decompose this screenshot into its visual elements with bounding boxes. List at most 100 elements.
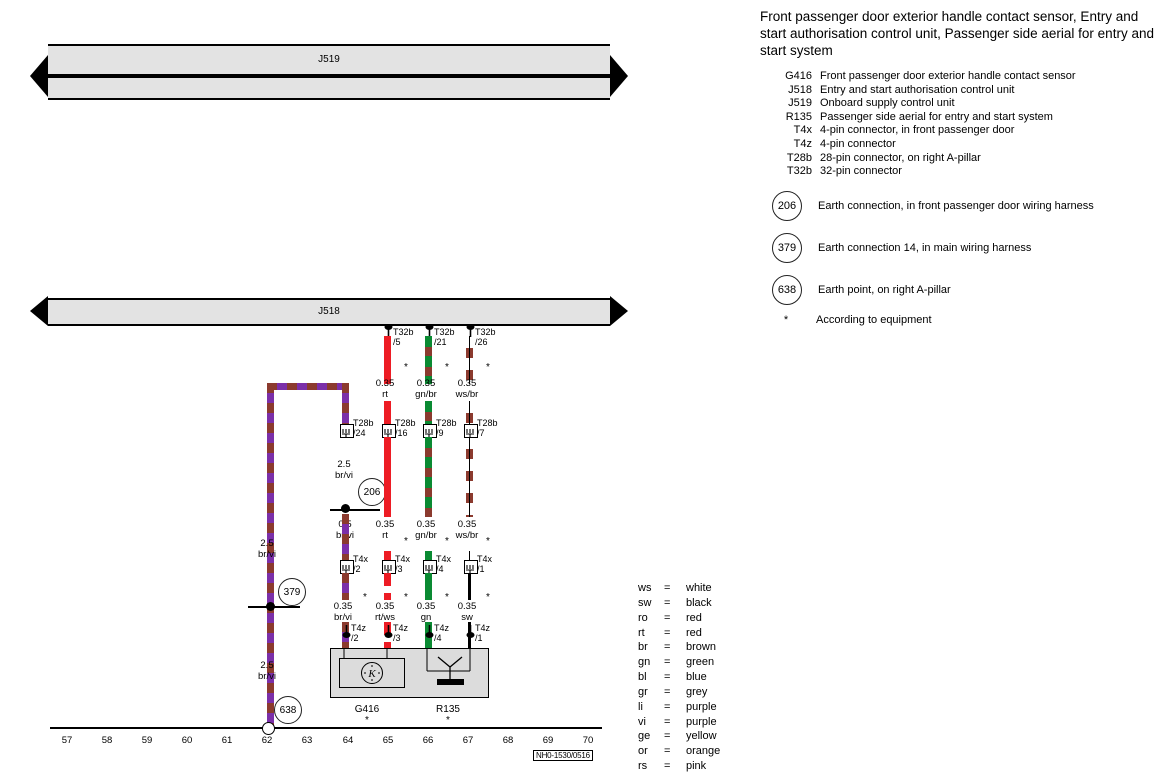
scale-number: 65 — [382, 735, 394, 746]
colour-name: pink — [686, 760, 707, 773]
code-key: T28b — [786, 151, 812, 164]
code-desc: 4-pin connector — [820, 137, 896, 150]
earth-node-circle: 379 — [772, 232, 802, 263]
wire-brvi-riser-right — [342, 383, 349, 427]
wire-rtws — [384, 573, 391, 600]
connector-t4z-1-label: T4z/1 — [475, 623, 491, 643]
connector-t28b-9-icon[interactable] — [423, 424, 437, 438]
colour-equals: = — [664, 685, 671, 698]
colour-abbr: vi — [638, 715, 646, 728]
colour-name: purple — [686, 715, 717, 728]
code-desc: 32-pin connector — [820, 165, 902, 178]
earth-node-206[interactable]: 206 — [358, 478, 386, 506]
code-row: J519 Onboard supply control unit — [760, 97, 1160, 111]
connector-t4x-1-icon[interactable] — [464, 560, 478, 574]
connector-t4z-4-icon[interactable] — [424, 625, 434, 638]
colour-row: ro = red — [638, 611, 720, 626]
code-row: T4z 4-pin connector — [760, 138, 1160, 152]
wire-label-brvi-25-lower: 2.5 br/vi — [258, 660, 276, 682]
earth-node-desc: Earth connection 14, in main wiring harn… — [818, 241, 1032, 254]
busbar-j518-arrow-left — [30, 296, 48, 331]
colour-name: white — [686, 582, 712, 594]
connector-t4x-3-icon[interactable] — [382, 560, 396, 574]
busbar-j519-label: J519 — [318, 54, 340, 65]
earth-node-circle: 206 — [772, 190, 802, 221]
wire-label-brvi-25: 2.5 br/vi — [335, 459, 353, 481]
code-key: R135 — [785, 110, 812, 123]
connector-t32b-5-icon[interactable] — [383, 324, 393, 337]
connector-t28b-16-icon[interactable] — [382, 424, 396, 438]
scale-number: 62 — [261, 735, 273, 746]
busbar-j519-arrow-left — [30, 55, 48, 102]
scale-number: 70 — [582, 735, 594, 746]
colour-abbr: li — [638, 700, 643, 713]
connector-t28b-24-icon[interactable] — [340, 424, 354, 438]
connector-t4x-4-label: T4x/4 — [436, 554, 452, 574]
colour-row: vi = purple — [638, 715, 720, 730]
colour-row: sw = black — [638, 596, 720, 611]
colour-equals: = — [664, 730, 671, 743]
connector-t32b-21-icon[interactable] — [424, 324, 434, 337]
colour-equals: = — [664, 715, 671, 728]
colour-name: yellow — [686, 730, 717, 743]
footnote-desc: According to equipment — [816, 313, 932, 326]
connector-t28b-16-label: T28b/16 — [395, 418, 416, 438]
code-desc: Front passenger door exterior handle con… — [820, 70, 1076, 82]
colour-name: blue — [686, 671, 707, 684]
colour-equals: = — [664, 656, 671, 669]
junction-dot-206 — [341, 504, 350, 513]
scale-number: 67 — [462, 735, 474, 746]
colour-abbr: gn — [638, 656, 651, 669]
scale-number: 58 — [101, 735, 113, 746]
scale-number: 61 — [221, 735, 233, 746]
asterisk-icon-g416: * — [365, 715, 369, 726]
junction-dot-379 — [266, 602, 275, 611]
busbar-j519-lower — [48, 76, 610, 100]
colour-name: red — [686, 611, 702, 624]
wire-gn — [425, 573, 432, 600]
busbar-j518: J518 — [48, 298, 610, 326]
scale-number: 63 — [301, 735, 313, 746]
wire-brvi-lower — [342, 573, 349, 600]
scale-number: 59 — [141, 735, 153, 746]
connector-t4x-2-icon[interactable] — [340, 560, 354, 574]
component-label-r135: R135 — [436, 704, 460, 715]
colour-equals: = — [664, 611, 671, 624]
connector-t4z-4-label: T4z/4 — [434, 623, 450, 643]
colour-abbr: or — [638, 745, 648, 758]
asterisk-icon-gnbr-upper: * — [445, 362, 449, 373]
colour-code-legend: ws = white sw = black ro = red rt = red … — [638, 581, 720, 774]
colour-abbr: ge — [638, 730, 651, 743]
code-row: R135 Passenger side aerial for entry and… — [760, 111, 1160, 125]
connector-t4z-2-label: T4z/2 — [351, 623, 367, 643]
colour-abbr: sw — [638, 596, 652, 609]
earth-legend-list: 206 Earth connection, in front passenger… — [760, 190, 1160, 326]
colour-abbr: gr — [638, 685, 648, 698]
connector-t4x-4-icon[interactable] — [423, 560, 437, 574]
colour-name: red — [686, 626, 702, 639]
connector-t4z-2-icon[interactable] — [341, 625, 351, 638]
earth-node-379[interactable]: 379 — [278, 578, 306, 606]
earth-node-desc: Earth connection, in front passenger doo… — [818, 199, 1094, 212]
connector-t4z-1-icon[interactable] — [465, 625, 475, 638]
code-row: T4x 4-pin connector, in front passenger … — [760, 124, 1160, 138]
connector-t32b-26-icon[interactable] — [465, 324, 475, 337]
code-desc: 28-pin connector, on right A-pillar — [820, 151, 981, 164]
colour-row: br = brown — [638, 640, 720, 655]
scale-number: 66 — [422, 735, 434, 746]
connector-t28b-24-label: T28b/24 — [353, 418, 374, 438]
colour-abbr: rs — [638, 760, 648, 773]
busbar-j518-label: J518 — [318, 306, 340, 317]
earth-node-638[interactable]: 638 — [274, 696, 302, 724]
wire-label-wsbr-mid: 0.35 ws/br — [455, 519, 479, 541]
connector-t4z-3-icon[interactable] — [383, 625, 393, 638]
scale-number: 64 — [342, 735, 354, 746]
earth-legend-row: 379 Earth connection 14, in main wiring … — [760, 232, 1160, 263]
connector-t28b-7-icon[interactable] — [464, 424, 478, 438]
colour-equals: = — [664, 626, 671, 639]
wire-brvi-top-horizontal — [267, 383, 349, 390]
colour-row: gn = green — [638, 655, 720, 670]
code-desc: Entry and start authorisation control un… — [820, 83, 1015, 96]
colour-equals: = — [664, 700, 671, 713]
colour-row: ge = yellow — [638, 729, 720, 744]
